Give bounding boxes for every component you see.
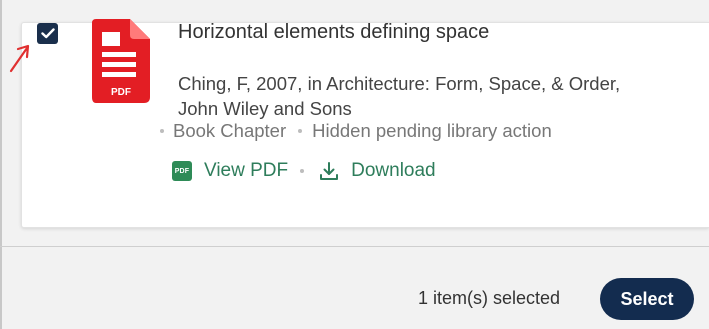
pdf-badge-icon: PDF bbox=[172, 161, 192, 181]
annotation-arrow-icon bbox=[9, 44, 30, 73]
result-citation: Ching, F, 2007, in Architecture: Form, S… bbox=[178, 73, 621, 119]
meta-dot bbox=[160, 129, 164, 133]
download-link[interactable]: Download bbox=[318, 160, 436, 182]
result-actions: PDF View PDF Download bbox=[172, 160, 436, 182]
result-title[interactable]: Horizontal elements defining space bbox=[178, 21, 489, 44]
view-pdf-label: View PDF bbox=[204, 160, 289, 181]
result-select-checkbox[interactable] bbox=[37, 23, 58, 44]
action-separator bbox=[300, 169, 305, 173]
download-icon bbox=[320, 162, 339, 180]
pdf-file-icon-label: PDF bbox=[111, 87, 131, 98]
select-button[interactable]: Select bbox=[600, 278, 694, 320]
view-pdf-link[interactable]: PDF View PDF bbox=[172, 160, 288, 182]
result-meta: Book Chapter Hidden pending library acti… bbox=[160, 120, 552, 142]
pdf-file-icon: PDF bbox=[92, 19, 150, 103]
result-status: Hidden pending library action bbox=[312, 120, 552, 141]
meta-dot bbox=[298, 129, 303, 133]
download-label: Download bbox=[351, 160, 436, 181]
checkmark-icon bbox=[40, 28, 55, 39]
selected-count: 1 item(s) selected bbox=[418, 288, 561, 308]
result-type: Book Chapter bbox=[173, 120, 287, 141]
